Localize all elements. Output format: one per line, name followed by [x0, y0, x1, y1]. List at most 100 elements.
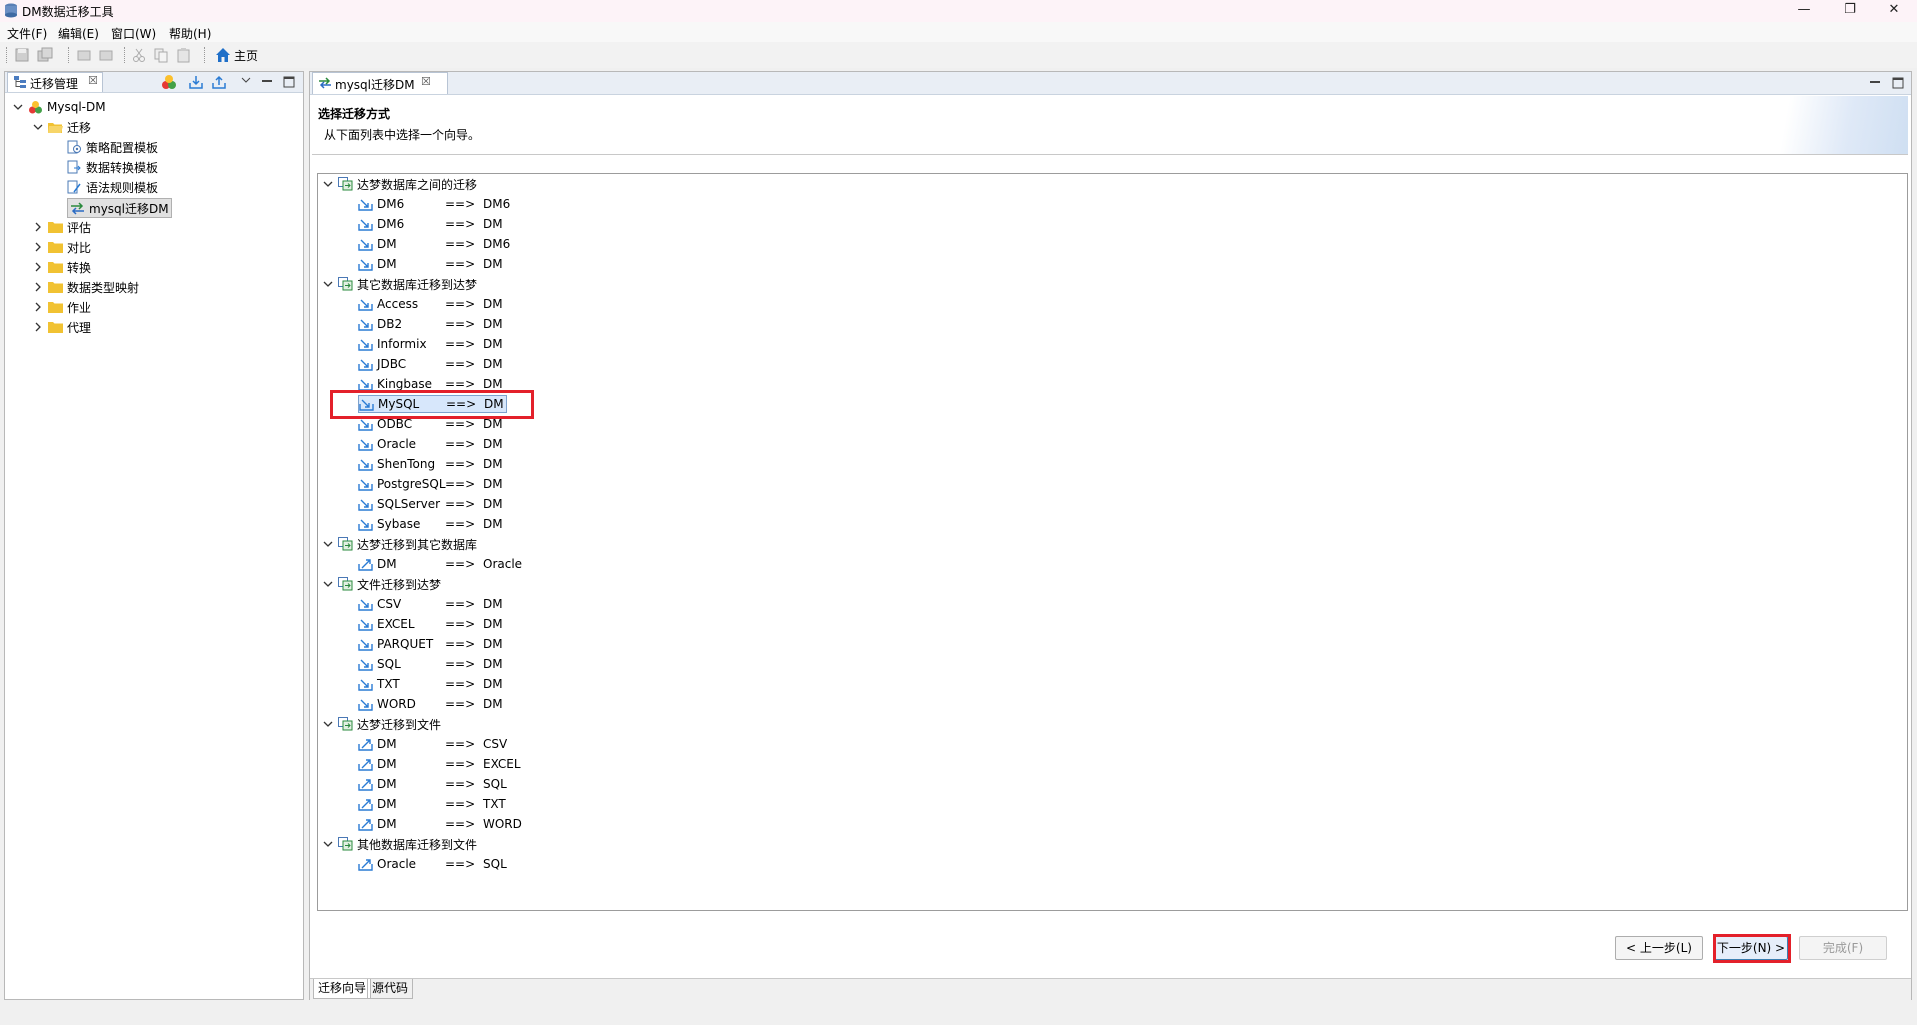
wizard-item-dm-to-word[interactable]: DM ==> WORD [358, 815, 522, 833]
undo-icon[interactable] [76, 47, 92, 63]
minimize-view-icon[interactable] [1867, 75, 1883, 91]
menu-file[interactable]: 文件(F) [7, 25, 47, 42]
tree-node-agent[interactable]: 代理 [32, 318, 91, 336]
wizard-item-oracle-to-dm[interactable]: Oracle ==> DM [358, 435, 503, 453]
item-arrow: ==> [445, 737, 476, 751]
tab-source-code[interactable]: 源代码 [367, 979, 414, 999]
minimize-button[interactable]: — [1781, 0, 1827, 22]
wizard-item-db2-to-dm[interactable]: DB2 ==> DM [358, 315, 503, 333]
wizard-item-postgresql-to-dm[interactable]: PostgreSQL ==> DM [358, 475, 503, 493]
save-all-icon[interactable] [37, 47, 53, 63]
import-icon[interactable] [188, 74, 204, 90]
wizard-item-informix-to-dm[interactable]: Informix ==> DM [358, 335, 503, 353]
chevron-right-icon[interactable] [32, 221, 44, 233]
tab-mysql-to-dm[interactable]: mysql迁移DM ☒ [312, 72, 448, 94]
chevron-down-icon[interactable] [322, 278, 334, 290]
close-icon[interactable]: ☒ [421, 75, 431, 88]
tree-node-strategy-template[interactable]: 策略配置模板 [67, 138, 158, 156]
chevron-right-icon[interactable] [32, 281, 44, 293]
view-menu-icon[interactable] [238, 74, 254, 90]
menu-edit[interactable]: 编辑(E) [58, 25, 99, 42]
wizard-item-dm-to-oracle[interactable]: DM ==> Oracle [358, 555, 522, 573]
item-target: DM [483, 357, 503, 371]
wizard-item-dm-to-dm[interactable]: DM ==> DM [358, 255, 503, 273]
export-icon[interactable] [211, 74, 227, 90]
chevron-down-icon[interactable] [322, 538, 334, 550]
tree-node-data-conversion-template[interactable]: 数据转换模板 [67, 158, 158, 176]
wizard-item-excel-to-dm[interactable]: EXCEL ==> DM [358, 615, 503, 633]
wizard-item-dm-to-txt[interactable]: DM ==> TXT [358, 795, 506, 813]
tree-node-data-type-mapping[interactable]: 数据类型映射 [32, 278, 139, 296]
maximize-view-icon[interactable] [281, 74, 297, 90]
item-target: DM [483, 317, 503, 331]
tab-migration-manager[interactable]: 迁移管理 ☒ [7, 72, 103, 92]
wizard-category-dm-to-dm[interactable]: 达梦数据库之间的迁移 [322, 175, 477, 193]
cut-icon[interactable] [131, 47, 147, 63]
wizard-item-dm-to-excel[interactable]: DM ==> EXCEL [358, 755, 521, 773]
wizard-category-file-to-dm[interactable]: 文件迁移到达梦 [322, 575, 441, 593]
tab-migration-wizard[interactable]: 迁移向导 [313, 979, 372, 999]
menu-bar: 文件(F) 编辑(E) 窗口(W) 帮助(H) [0, 22, 1917, 42]
chevron-down-icon[interactable] [12, 101, 24, 113]
wizard-item-mysql-to-dm[interactable]: MySQL ==> DM [358, 395, 507, 413]
wizard-item-odbc-to-dm[interactable]: ODBC ==> DM [358, 415, 503, 433]
chevron-right-icon[interactable] [32, 301, 44, 313]
chevron-right-icon[interactable] [32, 261, 44, 273]
wizard-item-sybase-to-dm[interactable]: Sybase ==> DM [358, 515, 503, 533]
paste-icon[interactable] [176, 47, 192, 63]
wizard-item-sqlserver-to-dm[interactable]: SQLServer ==> DM [358, 495, 503, 513]
home-button[interactable]: 主页 [215, 47, 258, 63]
import-icon [358, 679, 373, 691]
toolbar-separator [204, 47, 206, 63]
wizard-item-txt-to-dm[interactable]: TXT ==> DM [358, 675, 503, 693]
next-button[interactable]: 下一步(N) > [1714, 936, 1788, 960]
tree-node-mysql-to-dm[interactable]: mysql迁移DM [67, 198, 172, 218]
tree-node-assessment[interactable]: 评估 [32, 218, 91, 236]
menu-help[interactable]: 帮助(H) [169, 25, 211, 42]
tree-node-migration[interactable]: 迁移 [32, 118, 91, 136]
chevron-down-icon[interactable] [322, 838, 334, 850]
wizard-item-csv-to-dm[interactable]: CSV ==> DM [358, 595, 503, 613]
folder-icon [48, 222, 63, 233]
wizard-item-dm-to-sql[interactable]: DM ==> SQL [358, 775, 507, 793]
close-icon[interactable]: ☒ [88, 74, 98, 87]
wizard-item-jdbc-to-dm[interactable]: JDBC ==> DM [358, 355, 503, 373]
wizard-category-other-db-to-file[interactable]: 其他数据库迁移到文件 [322, 835, 477, 853]
copy-icon[interactable] [153, 47, 169, 63]
wizard-item-dm-to-dm6[interactable]: DM ==> DM6 [358, 235, 510, 253]
chevron-down-icon[interactable] [322, 578, 334, 590]
restore-button[interactable]: ❐ [1827, 0, 1873, 22]
redo-icon[interactable] [98, 47, 114, 63]
new-project-icon[interactable] [161, 74, 177, 90]
wizard-category-dm-to-other-db[interactable]: 达梦迁移到其它数据库 [322, 535, 477, 553]
back-button[interactable]: < 上一步(L) [1615, 936, 1703, 960]
chevron-right-icon[interactable] [32, 241, 44, 253]
wizard-item-sql-to-dm[interactable]: SQL ==> DM [358, 655, 503, 673]
minimize-view-icon[interactable] [259, 74, 275, 90]
close-window-button[interactable]: ✕ [1871, 0, 1917, 22]
chevron-down-icon[interactable] [32, 121, 44, 133]
menu-window[interactable]: 窗口(W) [111, 25, 156, 42]
wizard-item-parquet-to-dm[interactable]: PARQUET ==> DM [358, 635, 503, 653]
maximize-view-icon[interactable] [1890, 75, 1906, 91]
wizard-item-shentong-to-dm[interactable]: ShenTong ==> DM [358, 455, 503, 473]
save-icon[interactable] [14, 47, 30, 63]
wizard-item-dm-to-csv[interactable]: DM ==> CSV [358, 735, 507, 753]
wizard-item-access-to-dm[interactable]: Access ==> DM [358, 295, 503, 313]
chevron-down-icon[interactable] [322, 178, 334, 190]
wizard-item-oracle-to-sql[interactable]: Oracle ==> SQL [358, 855, 507, 873]
tree-node-root[interactable]: Mysql-DM [12, 98, 106, 116]
chevron-right-icon[interactable] [32, 321, 44, 333]
tree-node-jobs[interactable]: 作业 [32, 298, 91, 316]
tree-node-syntax-rule-template[interactable]: 语法规则模板 [67, 178, 158, 196]
finish-button[interactable]: 完成(F) [1799, 936, 1887, 960]
wizard-category-dm-to-file[interactable]: 达梦迁移到文件 [322, 715, 441, 733]
wizard-item-kingbase-to-dm[interactable]: Kingbase ==> DM [358, 375, 503, 393]
wizard-item-dm6-to-dm[interactable]: DM6 ==> DM [358, 215, 503, 233]
wizard-item-dm6-to-dm6[interactable]: DM6 ==> DM6 [358, 195, 510, 213]
tree-node-compare[interactable]: 对比 [32, 238, 91, 256]
chevron-down-icon[interactable] [322, 718, 334, 730]
tree-node-convert[interactable]: 转换 [32, 258, 91, 276]
wizard-item-word-to-dm[interactable]: WORD ==> DM [358, 695, 503, 713]
wizard-category-other-db-to-dm[interactable]: 其它数据库迁移到达梦 [322, 275, 477, 293]
